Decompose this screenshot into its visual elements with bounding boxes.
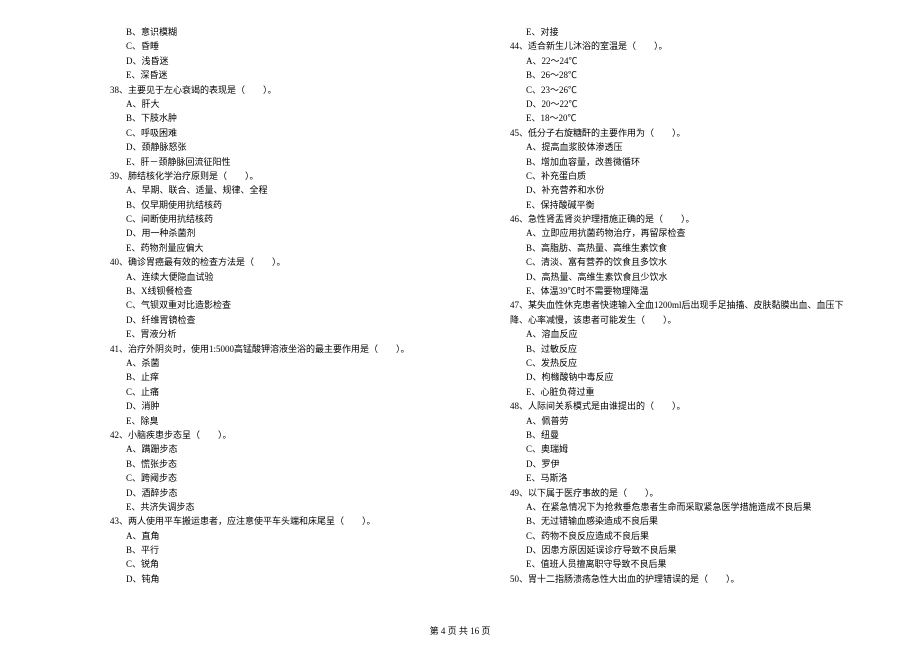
option: D、消肿: [110, 399, 450, 413]
option: E、除臭: [110, 414, 450, 428]
option: A、佩普劳: [510, 414, 850, 428]
option: D、酒醉步态: [110, 486, 450, 500]
option: B、止痒: [110, 370, 450, 384]
right-column: E、对接 44、适合新生儿沐浴的室温是（ ）。 A、22～24℃ B、26～28…: [510, 25, 850, 586]
option: A、提高血浆胶体渗透压: [510, 140, 850, 154]
question-39: 39、肺结核化学治疗原则是（ ）。: [110, 169, 450, 183]
option: C、奥瑞姆: [510, 442, 850, 456]
option: B、增加血容量，改善微循环: [510, 155, 850, 169]
question-47: 47、某失血性休克患者快速输入全血1200ml后出现手足抽搐、皮肤黏膜出血、血压…: [510, 298, 850, 327]
option: E、肝－颈静脉回流征阳性: [110, 155, 450, 169]
option: B、意识模糊: [110, 25, 450, 39]
option: E、马斯洛: [510, 471, 850, 485]
option: C、清淡、富有营养的饮食且多饮水: [510, 255, 850, 269]
option: C、跨阈步态: [110, 471, 450, 485]
option: D、补充营养和水份: [510, 183, 850, 197]
question-44: 44、适合新生儿沐浴的室温是（ ）。: [510, 39, 850, 53]
option: C、补充蛋白质: [510, 169, 850, 183]
option: B、仅早期使用抗结核药: [110, 198, 450, 212]
page-content: B、意识模糊 C、昏睡 D、浅昏迷 E、深昏迷 38、主要见于左心衰竭的表现是（…: [0, 0, 920, 616]
option: E、共济失调步态: [110, 500, 450, 514]
option: E、药物剂量应偏大: [110, 241, 450, 255]
option: C、锐角: [110, 557, 450, 571]
option: D、因患方原因延误诊疗导致不良后果: [510, 543, 850, 557]
option: A、杀菌: [110, 356, 450, 370]
option: B、慌张步态: [110, 457, 450, 471]
option: E、胃液分析: [110, 327, 450, 341]
option: B、下肢水肿: [110, 111, 450, 125]
option: C、23～26℃: [510, 83, 850, 97]
option: D、罗伊: [510, 457, 850, 471]
option: E、对接: [510, 25, 850, 39]
option: A、早期、联合、适量、规律、全程: [110, 183, 450, 197]
option: B、26～28℃: [510, 68, 850, 82]
option: A、连续大便隐血试验: [110, 270, 450, 284]
option: A、22～24℃: [510, 54, 850, 68]
question-41: 41、治疗外阴炎时，使用1:5000高锰酸钾溶液坐浴的最主要作用是（ ）。: [110, 342, 450, 356]
option: C、间断使用抗结核药: [110, 212, 450, 226]
option: C、昏睡: [110, 39, 450, 53]
option: D、枸橼酸钠中毒反应: [510, 370, 850, 384]
option: B、纽曼: [510, 428, 850, 442]
option: C、气钡双重对比造影检查: [110, 298, 450, 312]
option: C、药物不良反应造成不良后果: [510, 529, 850, 543]
option: E、保持酸碱平衡: [510, 198, 850, 212]
option: D、浅昏迷: [110, 54, 450, 68]
option: C、呼吸困难: [110, 126, 450, 140]
page-footer: 第 4 页 共 16 页: [0, 624, 920, 638]
question-46: 46、急性肾盂肾炎护理措施正确的是（ ）。: [510, 212, 850, 226]
question-38: 38、主要见于左心衰竭的表现是（ ）。: [110, 83, 450, 97]
option: D、纤维胃镜检查: [110, 313, 450, 327]
option: D、高热量、高维生素饮食且少饮水: [510, 270, 850, 284]
option: D、用一种杀菌剂: [110, 226, 450, 240]
option: D、颈静脉怒张: [110, 140, 450, 154]
option: D、钝角: [110, 572, 450, 586]
option: E、深昏迷: [110, 68, 450, 82]
option: B、高脂肪、高热量、高维生素饮食: [510, 241, 850, 255]
question-45: 45、低分子右旋糖酐的主要作用为（ ）。: [510, 126, 850, 140]
option: A、溶血反应: [510, 327, 850, 341]
option: B、X线钡餐检查: [110, 284, 450, 298]
option: E、值班人员擅离职守导致不良后果: [510, 557, 850, 571]
option: A、蹒跚步态: [110, 442, 450, 456]
option: D、20～22℃: [510, 97, 850, 111]
question-42: 42、小脑疾患步态呈（ ）。: [110, 428, 450, 442]
option: A、直角: [110, 529, 450, 543]
question-48: 48、人际间关系模式是由谁提出的（ ）。: [510, 399, 850, 413]
option: C、止痛: [110, 385, 450, 399]
left-column: B、意识模糊 C、昏睡 D、浅昏迷 E、深昏迷 38、主要见于左心衰竭的表现是（…: [110, 25, 450, 586]
option: A、肝大: [110, 97, 450, 111]
question-50: 50、胃十二指肠溃疡急性大出血的护理错误的是（ ）。: [510, 572, 850, 586]
option: E、18～20℃: [510, 111, 850, 125]
option: E、心脏负荷过重: [510, 385, 850, 399]
option: B、无过错输血感染造成不良后果: [510, 514, 850, 528]
question-49: 49、以下属于医疗事故的是（ ）。: [510, 486, 850, 500]
question-43: 43、两人使用平车搬运患者，应注意使平车头端和床尾呈（ ）。: [110, 514, 450, 528]
option: B、平行: [110, 543, 450, 557]
option: A、在紧急情况下为抢救垂危患者生命而采取紧急医学措施造成不良后果: [510, 500, 850, 514]
option: C、发热反应: [510, 356, 850, 370]
option: E、体温39℃时不需要物理降温: [510, 284, 850, 298]
question-40: 40、确诊胃癌最有效的检查方法是（ ）。: [110, 255, 450, 269]
option: A、立即应用抗菌药物治疗，再留尿检查: [510, 226, 850, 240]
option: B、过敏反应: [510, 342, 850, 356]
